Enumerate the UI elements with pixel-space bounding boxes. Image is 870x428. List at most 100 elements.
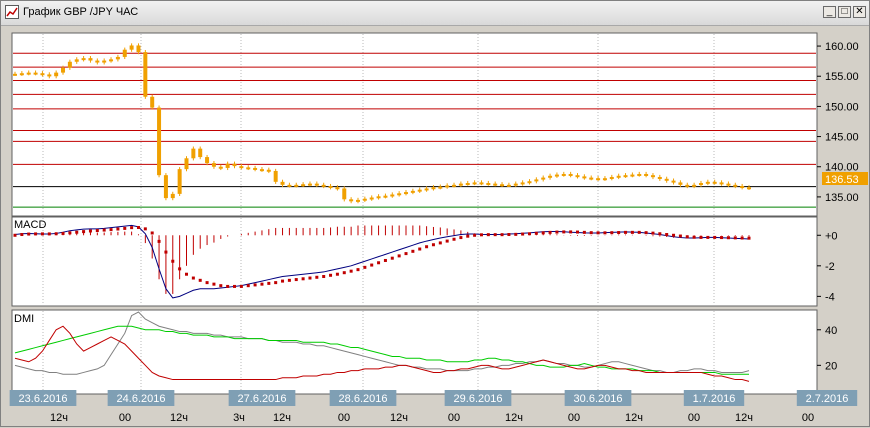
minimize-button[interactable]: _ — [823, 6, 836, 18]
macd-signal-point — [692, 235, 696, 239]
candle-body — [506, 184, 511, 187]
chart-window: График GBP /JPY ЧАС _ □ ✕ 160.00 155.00 15… — [0, 0, 870, 427]
dmi-tick-label: 20 — [825, 360, 837, 372]
macd-signal-point — [514, 232, 518, 236]
macd-signal-point — [253, 283, 257, 287]
macd-signal-point — [500, 233, 504, 237]
date-label: 28.6.2016 — [339, 393, 388, 405]
macd-signal-point — [150, 231, 154, 235]
hour-label: 12ч — [625, 412, 643, 424]
candle-body — [410, 190, 415, 193]
candle-body — [136, 45, 141, 53]
candle-body — [157, 107, 162, 176]
candle-body — [259, 169, 264, 172]
candle-body — [438, 186, 443, 189]
maximize-icon: □ — [841, 6, 848, 17]
macd-signal-point — [274, 281, 278, 285]
macd-panel[interactable] — [11, 216, 818, 307]
maximize-button[interactable]: □ — [838, 6, 851, 18]
candle-body — [129, 45, 134, 50]
candle-body — [548, 175, 553, 178]
candle-body — [362, 198, 367, 201]
candle-body — [390, 194, 395, 197]
macd-signal-point — [370, 263, 374, 267]
price-panel[interactable] — [11, 32, 818, 217]
candle-body — [575, 175, 580, 178]
macd-signal-point — [315, 275, 319, 279]
macd-signal-point — [61, 231, 65, 235]
candle-body — [88, 58, 93, 61]
candle-body — [184, 158, 189, 170]
candle-body — [47, 74, 52, 77]
macd-signal-point — [123, 226, 127, 230]
hour-label: 00 — [338, 412, 350, 424]
candle-body — [733, 184, 738, 187]
candle-body — [102, 60, 107, 63]
macd-signal-point — [329, 273, 333, 277]
candle-body — [657, 176, 662, 179]
candle-body — [404, 192, 409, 195]
price-chart[interactable]: 160.00 155.00 150.00 145.00 140.00 135.00 136… — [1, 26, 869, 428]
date-label: 2.7.2016 — [806, 393, 849, 405]
candle-body — [596, 178, 601, 181]
candle-body — [561, 173, 566, 176]
macd-signal-point — [431, 243, 435, 247]
macd-signal-point — [576, 230, 580, 234]
candle-body — [40, 73, 45, 76]
candle-body — [582, 176, 587, 179]
macd-signal-point — [390, 256, 394, 260]
macd-signal-point — [658, 232, 662, 236]
minimize-icon: _ — [826, 6, 833, 17]
macd-signal-point — [34, 232, 38, 236]
macd-signal-point — [239, 284, 243, 288]
macd-signal-point — [349, 269, 353, 273]
macd-signal-point — [541, 231, 545, 235]
candle-body — [513, 183, 518, 186]
macd-signal-point — [706, 235, 710, 239]
macd-signal-point — [88, 229, 92, 233]
hour-label: 12ч — [505, 412, 523, 424]
candle-body — [616, 175, 621, 178]
candle-body — [170, 193, 175, 199]
macd-signal-point — [678, 234, 682, 238]
hour-label: 00 — [119, 412, 131, 424]
macd-signal-point — [740, 236, 744, 240]
title-bar[interactable]: График GBP /JPY ЧАС _ □ ✕ — [1, 1, 869, 26]
candle-body — [602, 178, 607, 181]
macd-signal-point — [13, 233, 17, 237]
candle-body — [383, 195, 388, 198]
date-label: 24.6.2016 — [117, 393, 166, 405]
macd-signal-point — [164, 250, 168, 254]
macd-signal-point — [130, 226, 134, 230]
candle-body — [115, 56, 120, 60]
macd-signal-point — [281, 279, 285, 283]
macd-signal-point — [486, 233, 490, 237]
macd-signal-point — [322, 275, 326, 279]
macd-signal-point — [363, 265, 367, 269]
candle-body — [239, 166, 244, 169]
close-button[interactable]: ✕ — [853, 6, 866, 18]
candle-body — [664, 178, 669, 181]
candle-body — [685, 184, 690, 187]
macd-signal-point — [267, 281, 271, 285]
macd-signal-point — [562, 230, 566, 234]
macd-signal-point — [301, 277, 305, 281]
macd-signal-point — [425, 245, 429, 249]
candle-body — [287, 184, 292, 187]
macd-signal-point — [20, 233, 24, 237]
candle-body — [534, 179, 539, 182]
candle-body — [335, 187, 340, 190]
candle-body — [692, 184, 697, 187]
candle-body — [376, 196, 381, 199]
hour-label: 00 — [448, 412, 460, 424]
candle-body — [554, 174, 559, 177]
macd-signal-point — [102, 228, 106, 232]
candle-body — [109, 59, 114, 62]
macd-signal-point — [184, 272, 188, 276]
macd-signal-point — [733, 236, 737, 240]
candle-body — [150, 96, 155, 108]
hour-label: 12ч — [50, 412, 68, 424]
macd-tick-label: -2 — [825, 261, 835, 273]
price-tick-label: 160.00 — [825, 41, 859, 53]
candle-body — [273, 170, 278, 182]
